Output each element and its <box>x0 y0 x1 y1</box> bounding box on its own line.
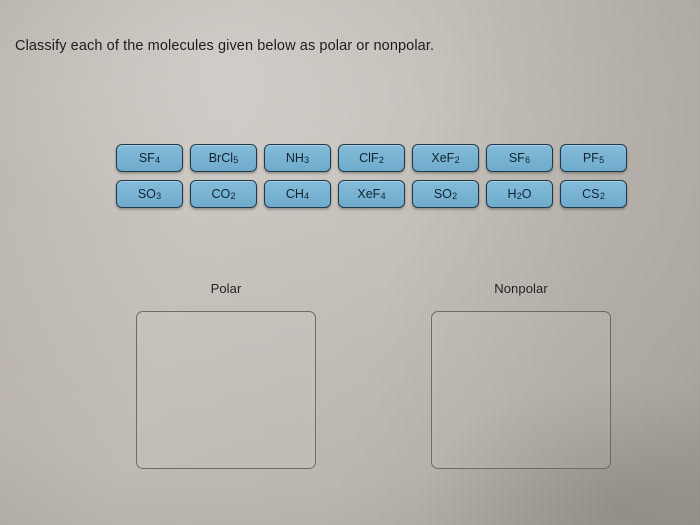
molecule-formula-subscript: 2 <box>454 154 460 165</box>
molecule-formula-subscript: 2 <box>378 154 384 165</box>
molecule-formula-base: SF <box>138 150 155 165</box>
molecule-tile-xef2[interactable]: XeF 2 <box>412 144 479 172</box>
molecule-formula-base: SO <box>433 186 452 201</box>
drop-zone-polar[interactable]: Polar <box>136 281 316 469</box>
molecule-formula-base: CS <box>582 186 600 201</box>
molecule-tile-row: SF 4 BrCl 5 NH 3 ClF 2 XeF 2 SF 6 PF 5 <box>116 144 627 172</box>
molecule-formula-subscript: 2 <box>516 190 522 201</box>
drop-zone-nonpolar[interactable]: Nonpolar <box>431 281 611 469</box>
molecule-formula-base: XeF <box>357 186 381 201</box>
molecule-formula-subscript: 3 <box>304 154 310 165</box>
molecule-formula-base: NH <box>285 150 304 165</box>
molecule-tile-sf4[interactable]: SF 4 <box>116 144 183 172</box>
molecule-formula-base: CO <box>211 186 231 201</box>
molecule-formula-base: SO <box>137 186 156 201</box>
molecule-formula-subscript: 2 <box>452 190 458 201</box>
molecule-tile-cs2[interactable]: CS 2 <box>560 180 627 208</box>
molecule-tile-pf5[interactable]: PF 5 <box>560 144 627 172</box>
molecule-tile-co2[interactable]: CO 2 <box>190 180 257 208</box>
dropbox-polar[interactable] <box>136 311 316 469</box>
molecule-formula-subscript: 2 <box>599 190 605 201</box>
molecule-formula-subscript: 4 <box>380 190 386 201</box>
molecule-tile-ch4[interactable]: CH 4 <box>264 180 331 208</box>
molecule-tile-so2[interactable]: SO 2 <box>412 180 479 208</box>
page-title: Classify each of the molecules given bel… <box>15 38 435 54</box>
molecule-formula-base: SF <box>508 150 525 165</box>
molecule-tile-h2o[interactable]: H2O <box>486 180 553 208</box>
molecule-formula-subscript: 3 <box>156 190 162 201</box>
drop-zone-label-nonpolar: Nonpolar <box>494 281 548 296</box>
molecule-tile-nh3[interactable]: NH 3 <box>264 144 331 172</box>
molecule-formula-base: CH <box>285 186 304 201</box>
molecule-tile-row: SO 3 CO 2 CH 4 XeF 4 SO 2 H 2 O CS 2 <box>116 180 627 208</box>
molecule-formula-base: PF <box>582 150 599 165</box>
molecule-formula-subscript: 5 <box>599 154 605 165</box>
molecule-tile-xef4[interactable]: XeF 4 <box>338 180 405 208</box>
molecule-formula-base: XeF <box>431 150 455 165</box>
molecule-formula-subscript: 5 <box>233 154 239 165</box>
molecule-formula-base: ClF <box>359 150 379 165</box>
molecule-formula-subscript: 6 <box>525 154 531 165</box>
screen-photo-surface: Classify each of the molecules given bel… <box>0 0 700 525</box>
molecule-formula-tail: O <box>521 186 532 201</box>
molecule-formula-subscript: 4 <box>304 190 310 201</box>
dropbox-nonpolar[interactable] <box>431 311 611 469</box>
molecule-formula-subscript: 2 <box>230 190 236 201</box>
molecule-formula-base: H <box>507 186 517 201</box>
molecule-formula-subscript: 4 <box>155 154 161 165</box>
molecule-tile-sf6[interactable]: SF 6 <box>486 144 553 172</box>
molecule-tile-tray: SF 4 BrCl 5 NH 3 ClF 2 XeF 2 SF 6 PF 5 SO 3 CO 2 CH 4 XeF 4 SO… <box>116 144 627 208</box>
molecule-tile-so3[interactable]: SO 3 <box>116 180 183 208</box>
molecule-tile-brcl5[interactable]: BrCl 5 <box>190 144 257 172</box>
molecule-formula-base: BrCl <box>208 150 233 165</box>
drop-zone-label-polar: Polar <box>210 281 242 296</box>
molecule-tile-clf2[interactable]: ClF 2 <box>338 144 405 172</box>
